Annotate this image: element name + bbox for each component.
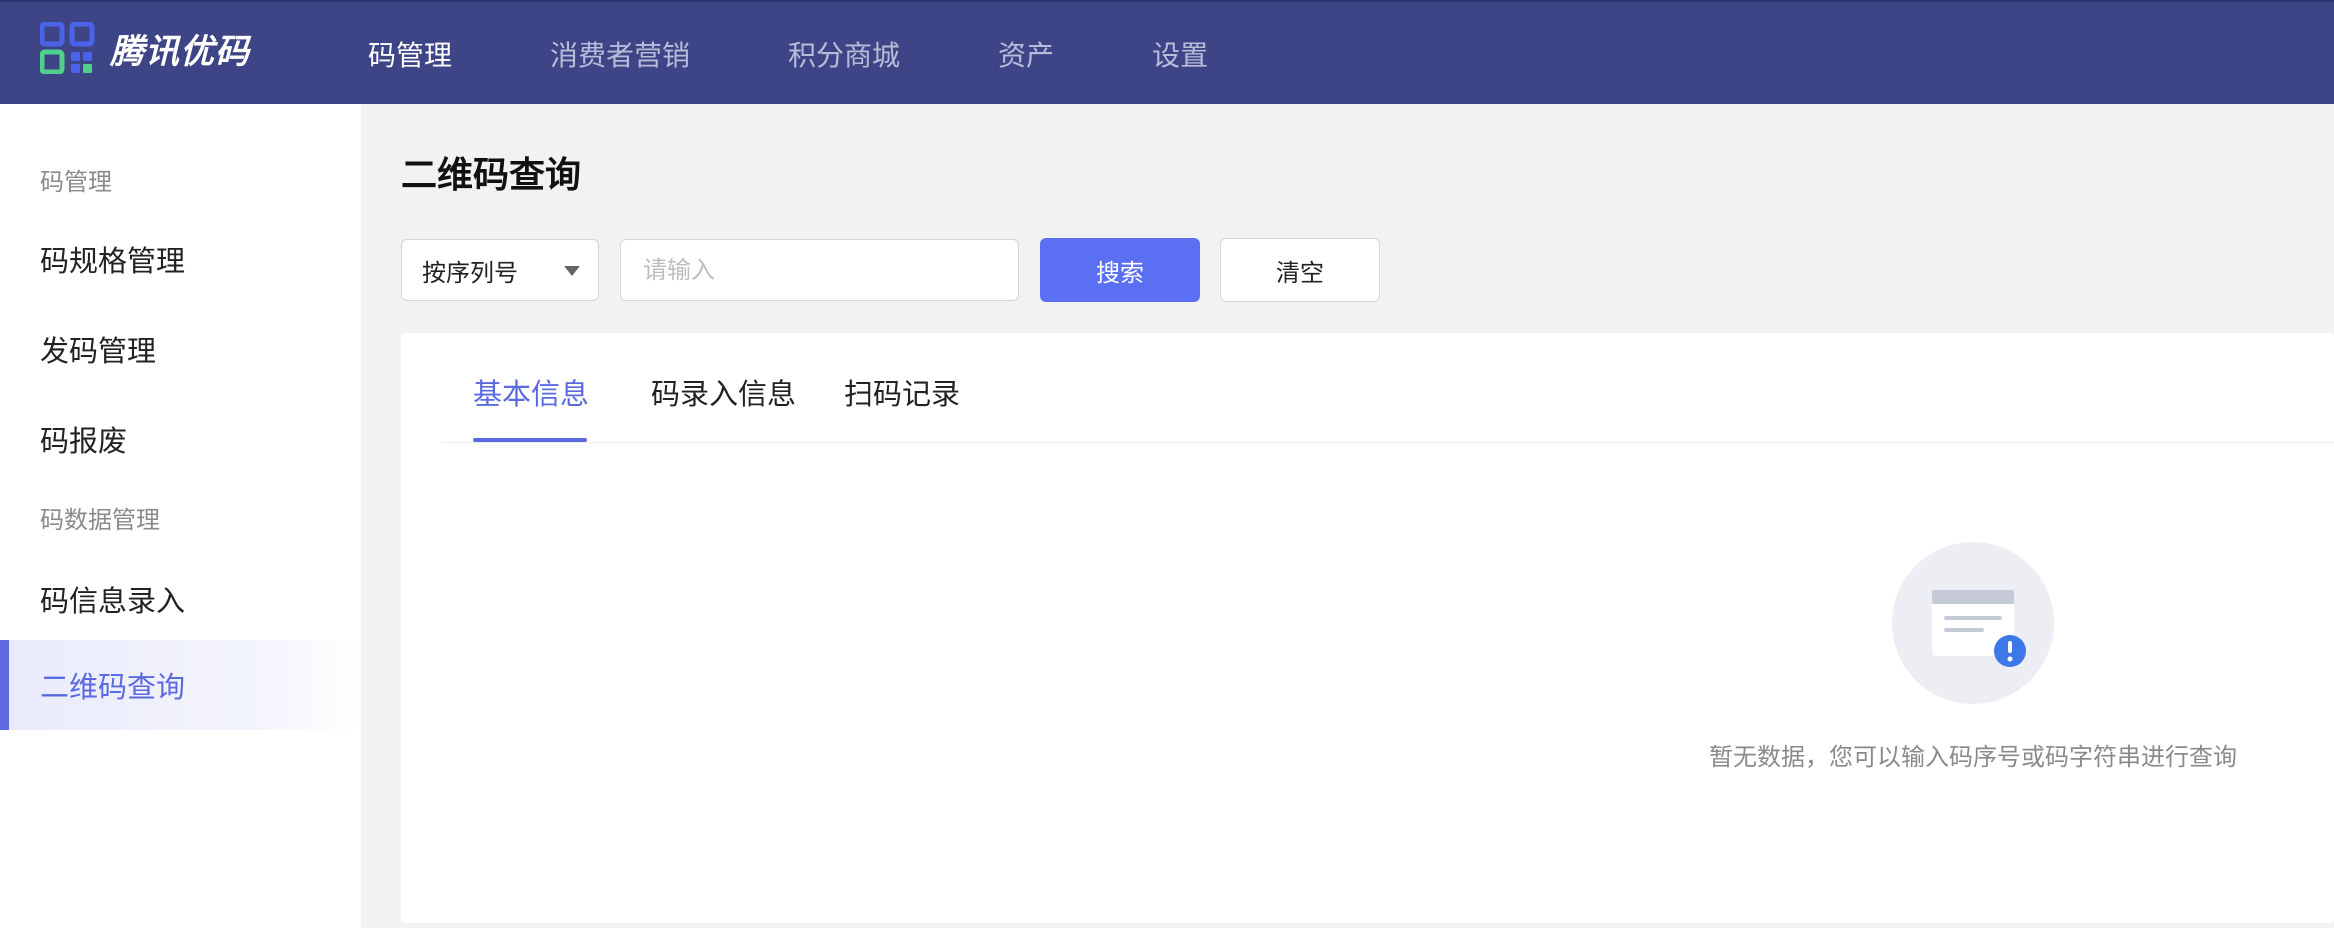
sidebar-group-code-management: 码管理 [40, 168, 112, 196]
sidebar-item-code-info-entry[interactable]: 码信息录入 [0, 554, 361, 644]
result-card: 基本信息 码录入信息 扫码记录 暂无数据，您可以输入码序号或码字符串进行查询 [401, 333, 2334, 923]
search-input[interactable] [620, 239, 1019, 301]
tab-basic-info[interactable]: 基本信息 [473, 371, 589, 413]
page-title: 二维码查询 [401, 155, 582, 196]
sidebar-group-code-data-management: 码数据管理 [40, 506, 160, 534]
chevron-down-icon [564, 266, 580, 276]
tab-bar: 基本信息 码录入信息 扫码记录 [441, 333, 2334, 443]
sidebar-item-code-spec-management[interactable]: 码规格管理 [0, 214, 361, 304]
logo-text: 腾讯优码 [110, 31, 250, 72]
tab-code-entry-info[interactable]: 码录入信息 [651, 371, 796, 413]
nav-item-settings[interactable]: 设置 [1152, 34, 1208, 74]
sidebar-item-code-scrap[interactable]: 码报废 [0, 394, 361, 484]
empty-document-alert-icon [1892, 542, 2054, 704]
query-type-select[interactable]: 按序列号 [401, 239, 599, 301]
empty-state-text: 暂无数据，您可以输入码序号或码字符串进行查询 [1709, 743, 2237, 771]
nav-item-code-management[interactable]: 码管理 [368, 34, 452, 74]
search-button[interactable]: 搜索 [1040, 238, 1200, 302]
top-navigation-bar: 腾讯优码 码管理 消费者营销 积分商城 资产 设置 [0, 0, 2334, 104]
active-tab-indicator [473, 438, 587, 442]
logo-icon [40, 22, 95, 74]
sidebar-item-qrcode-query[interactable]: 二维码查询 [0, 640, 361, 730]
logo[interactable]: 腾讯优码 [40, 22, 250, 74]
tab-scan-records[interactable]: 扫码记录 [844, 371, 960, 413]
sidebar-item-code-issue-management[interactable]: 发码管理 [0, 304, 361, 394]
nav-item-points-mall[interactable]: 积分商城 [788, 34, 900, 74]
nav-item-consumer-marketing[interactable]: 消费者营销 [550, 34, 690, 74]
main-nav: 码管理 消费者营销 积分商城 资产 设置 [340, 2, 1306, 106]
query-type-select-value: 按序列号 [422, 258, 518, 287]
sidebar: 码管理 码规格管理 发码管理 码报废 码数据管理 码信息录入 二维码查询 [0, 104, 361, 928]
clear-button[interactable]: 清空 [1220, 238, 1380, 302]
nav-item-assets[interactable]: 资产 [998, 34, 1054, 74]
